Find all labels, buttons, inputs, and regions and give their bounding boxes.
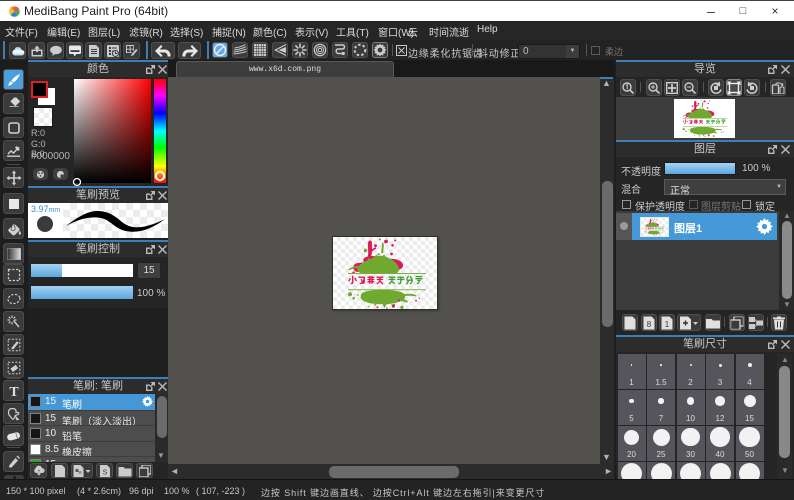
svg-text:S: S — [102, 469, 107, 476]
svg-text:T: T — [9, 385, 19, 398]
svg-text:1: 1 — [665, 320, 670, 329]
svg-text:8: 8 — [647, 320, 652, 329]
